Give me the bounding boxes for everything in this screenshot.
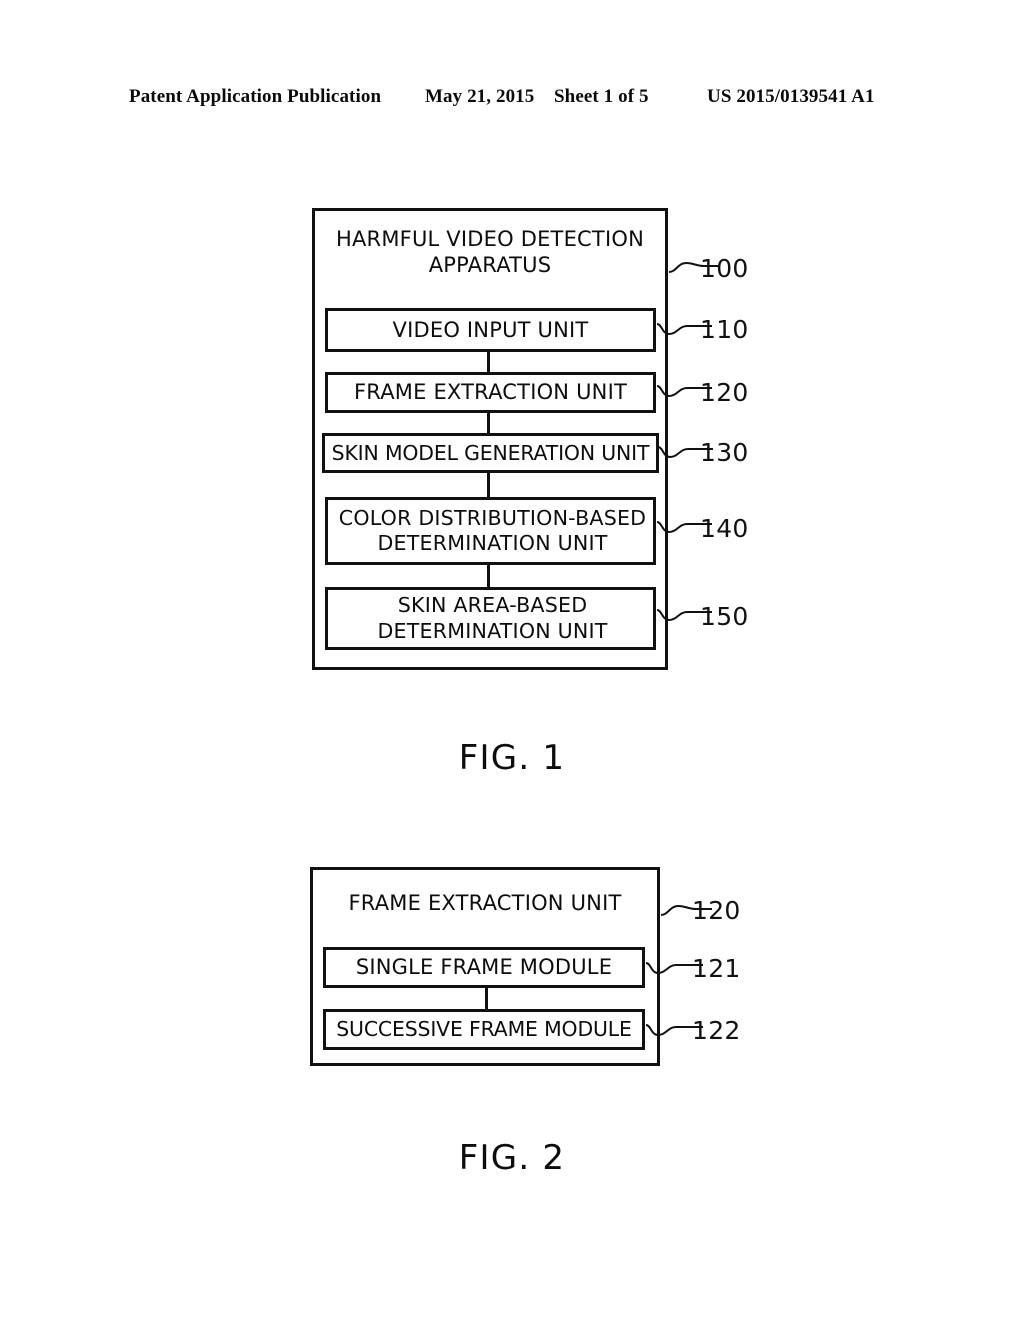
figure-1-container-title: HARMFUL VIDEO DETECTION APPARATUS — [322, 226, 658, 279]
figure-1-unit-color-distribution-label-line1: COLOR DISTRIBUTION-BASED — [338, 505, 647, 530]
figure-1-ref-110: 110 — [700, 315, 749, 344]
figure-1-connector-140-150 — [487, 563, 490, 587]
figure-2-caption: FIG. 2 — [458, 1138, 566, 1178]
figure-1-unit-skin-model-generation-label: SKIN MODEL GENERATION UNIT — [331, 440, 650, 465]
header-date-label: May 21, 2015 — [425, 86, 535, 107]
header-sheet-label: Sheet 1 of 5 — [554, 86, 649, 107]
figure-2-module-successive-frame-label: SUCCESSIVE FRAME MODULE — [336, 1017, 632, 1042]
figure-1-ref-130: 130 — [700, 438, 749, 467]
header-document-number: US 2015/0139541 A1 — [707, 86, 875, 107]
figure-1-unit-video-input-label: VIDEO INPUT UNIT — [392, 317, 589, 342]
figure-2-ref-122: 122 — [692, 1016, 741, 1045]
figure-1-unit-skin-model-generation[interactable]: SKIN MODEL GENERATION UNIT — [322, 433, 659, 473]
figure-1-unit-skin-area[interactable]: SKIN AREA-BASED DETERMINATION UNIT — [325, 587, 656, 650]
figure-2-ref-121: 121 — [692, 954, 741, 983]
figure-2-container-title-line1: FRAME EXTRACTION UNIT — [348, 891, 622, 915]
figure-1-unit-frame-extraction-label: FRAME EXTRACTION UNIT — [354, 380, 627, 405]
figure-1-connector-120-130 — [487, 411, 490, 435]
figure-1-unit-skin-area-label-line2: DETERMINATION UNIT — [377, 618, 608, 643]
figure-1-unit-color-distribution[interactable]: COLOR DISTRIBUTION-BASED DETERMINATION U… — [325, 497, 656, 565]
figure-2-container-title: FRAME EXTRACTION UNIT — [320, 890, 650, 916]
figure-1-container-title-line1: HARMFUL VIDEO — [336, 227, 514, 251]
figure-1-ref-120: 120 — [700, 378, 749, 407]
figure-1-unit-skin-area-label-line1: SKIN AREA-BASED — [397, 593, 588, 618]
figure-2-ref-120: 120 — [692, 896, 741, 925]
figure-1-ref-140: 140 — [700, 514, 749, 543]
figure-2-leader-122 — [645, 1021, 703, 1043]
header-publication-label: Patent Application Publication — [129, 86, 382, 107]
figure-2-module-single-frame[interactable]: SINGLE FRAME MODULE — [323, 947, 645, 988]
figure-1-unit-video-input[interactable]: VIDEO INPUT UNIT — [325, 308, 656, 352]
figure-1-connector-130-140 — [487, 471, 490, 497]
figure-2-module-successive-frame[interactable]: SUCCESSIVE FRAME MODULE — [323, 1009, 645, 1050]
figure-2-leader-121 — [645, 959, 703, 981]
figure-1-connector-110-120 — [487, 350, 490, 374]
figure-1-ref-150: 150 — [700, 602, 749, 631]
figure-1-unit-color-distribution-label-line2: DETERMINATION UNIT — [377, 531, 608, 555]
figure-2-connector-121-122 — [485, 986, 488, 1010]
figure-1-ref-100: 100 — [700, 254, 749, 283]
figure-1-unit-frame-extraction[interactable]: FRAME EXTRACTION UNIT — [325, 372, 656, 413]
page-header: Patent Application Publication May 21, 2… — [0, 86, 1024, 112]
figure-2-module-single-frame-label: SINGLE FRAME MODULE — [355, 955, 613, 980]
figure-1-caption: FIG. 1 — [458, 738, 566, 778]
